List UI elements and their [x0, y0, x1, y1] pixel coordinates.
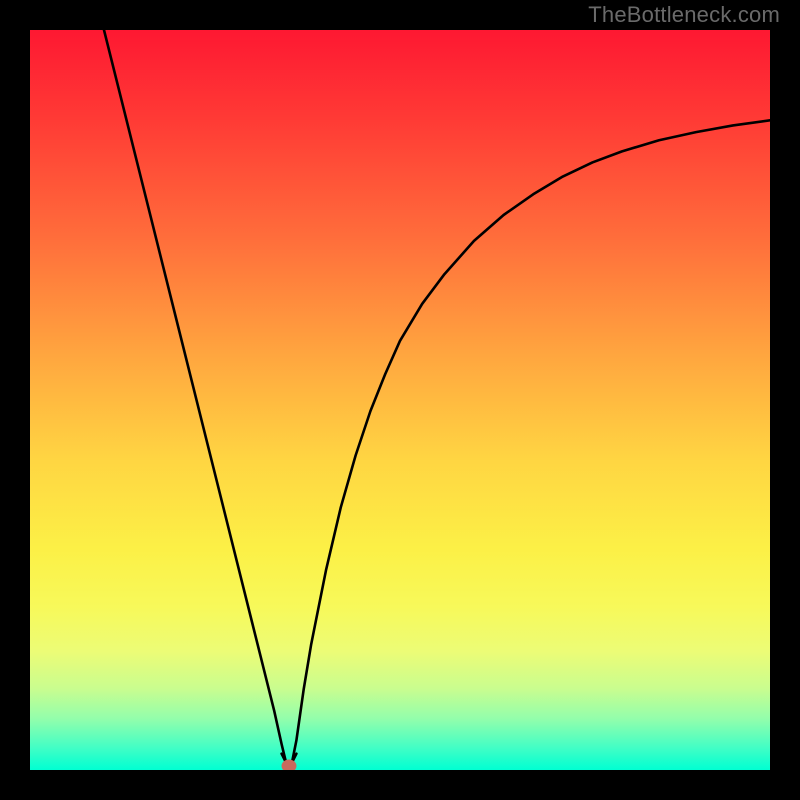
optimum-marker: [282, 760, 297, 770]
plot-area: [30, 30, 770, 770]
chart-container: TheBottleneck.com: [0, 0, 800, 800]
watermark-text: TheBottleneck.com: [588, 2, 780, 28]
plot-svg: [30, 30, 770, 770]
curve-right-branch: [292, 120, 770, 762]
curve-left-branch: [104, 30, 286, 763]
